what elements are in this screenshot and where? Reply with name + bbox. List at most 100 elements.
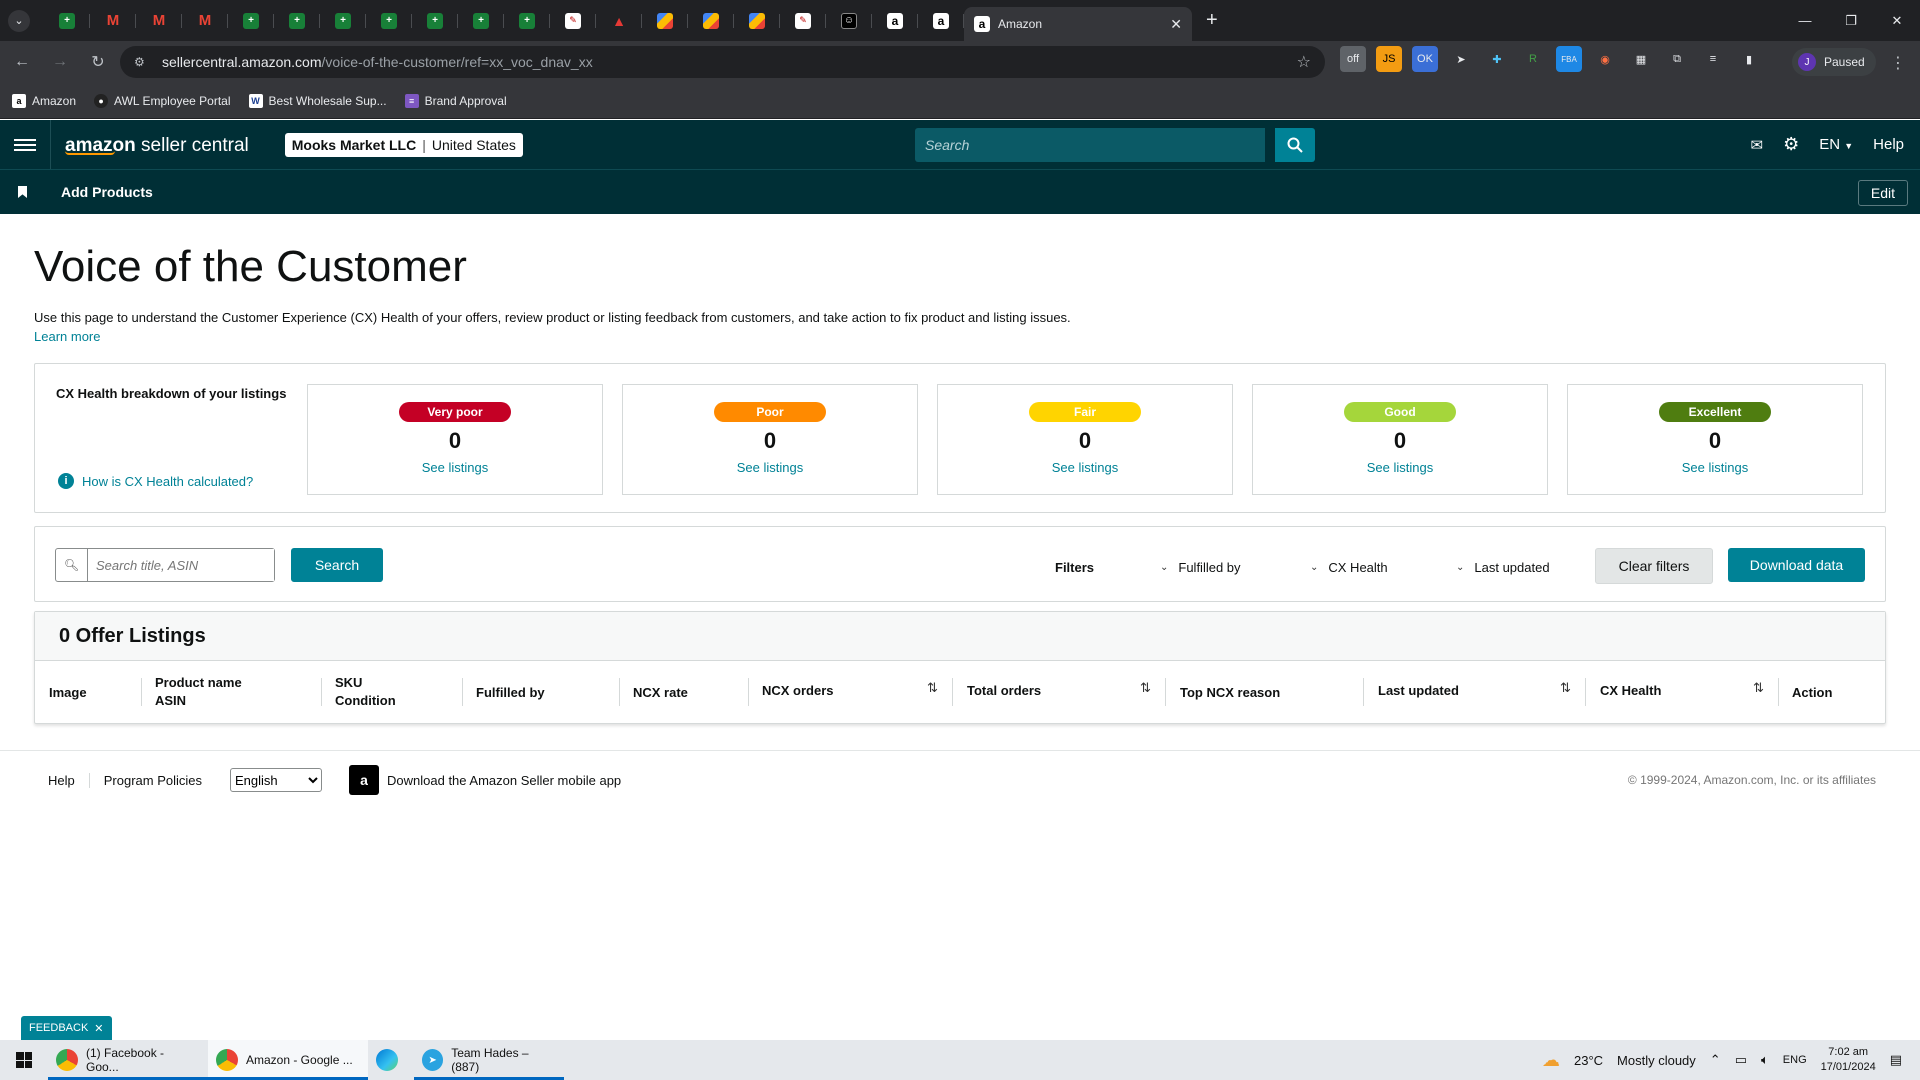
bookmark-icon[interactable]	[18, 186, 27, 198]
pinned-tab[interactable]: +	[320, 6, 366, 36]
bookmark-item[interactable]: ● AWL Employee Portal	[94, 93, 231, 108]
pinned-tab[interactable]: M	[90, 6, 136, 36]
see-listings-link[interactable]: See listings	[737, 460, 803, 475]
fulfilled-by-dropdown[interactable]: ⌄ Fulfilled by	[1160, 560, 1241, 575]
sort-ncx-orders-icon[interactable]: ⇅	[927, 680, 938, 696]
listing-search-input[interactable]	[88, 549, 274, 581]
pinned-tab[interactable]: M	[136, 6, 182, 36]
network-icon[interactable]: ▭	[1735, 1052, 1747, 1068]
pinned-tab[interactable]: ▲	[596, 6, 642, 36]
search-button[interactable]: Search	[291, 548, 383, 582]
header-search-button[interactable]	[1275, 128, 1315, 162]
pinned-tab[interactable]: M	[182, 6, 228, 36]
extension-arrow-icon[interactable]: ➤	[1448, 46, 1474, 72]
add-products-link[interactable]: Add Products	[61, 184, 153, 200]
pinned-tab[interactable]	[642, 6, 688, 36]
learn-more-link[interactable]: Learn more	[34, 329, 100, 344]
pinned-tab[interactable]: ☺	[826, 6, 872, 36]
footer-program-policies-link[interactable]: Program Policies	[104, 773, 216, 788]
taskbar-edge[interactable]	[368, 1040, 414, 1080]
pinned-tab[interactable]: +	[274, 6, 320, 36]
footer-help-link[interactable]: Help	[48, 772, 90, 788]
back-icon[interactable]: ←	[6, 46, 38, 78]
extension-grid-icon[interactable]: ▦	[1628, 46, 1654, 72]
bookmark-item[interactable]: a Amazon	[12, 93, 76, 108]
minimize-icon[interactable]: —	[1782, 0, 1828, 41]
pinned-tab[interactable]: +	[366, 6, 412, 36]
bookmark-item[interactable]: W Best Wholesale Sup...	[248, 93, 387, 108]
seller-central-logo[interactable]: amazon seller central	[65, 135, 249, 156]
pinned-tab[interactable]: +	[504, 6, 550, 36]
clear-filters-button[interactable]: Clear filters	[1595, 548, 1713, 584]
settings-gear-icon[interactable]: ⚙	[1783, 134, 1799, 155]
extension-r-icon[interactable]: R	[1520, 46, 1546, 72]
media-control-icon[interactable]: ≡	[1700, 46, 1726, 72]
cx-health-info-link[interactable]: i How is CX Health calculated?	[58, 473, 253, 489]
new-tab-icon[interactable]: +	[1206, 9, 1218, 32]
sort-last-updated-icon[interactable]: ⇅	[1560, 680, 1571, 696]
extension-plus-icon[interactable]: ✚	[1484, 46, 1510, 72]
mail-icon[interactable]: ✉	[1750, 136, 1763, 154]
volume-icon[interactable]: 🔈︎	[1761, 1052, 1769, 1068]
feedback-button[interactable]: FEEDBACK ✕	[21, 1016, 112, 1040]
see-listings-link[interactable]: See listings	[1682, 460, 1748, 475]
footer-app-download-link[interactable]: Download the Amazon Seller mobile app	[387, 773, 621, 788]
column-last-updated[interactable]: Last updated	[1378, 682, 1459, 700]
column-cx-health[interactable]: CX Health	[1600, 682, 1661, 700]
see-listings-link[interactable]: See listings	[1052, 460, 1118, 475]
taskbar-chrome-amazon[interactable]: Amazon - Google ...	[208, 1040, 368, 1080]
download-data-button[interactable]: Download data	[1728, 548, 1865, 582]
clock[interactable]: 7:02 am 17/01/2024	[1821, 1045, 1876, 1075]
extension-off-icon[interactable]: off	[1340, 46, 1366, 72]
site-info-icon[interactable]: ⚙	[134, 55, 152, 69]
pinned-tab[interactable]: +	[458, 6, 504, 36]
weather-cloud-icon[interactable]: ☁	[1542, 1050, 1560, 1071]
pinned-tab[interactable]: ✎	[780, 6, 826, 36]
pinned-tab[interactable]: +	[228, 6, 274, 36]
extension-fba-icon[interactable]: FBA	[1556, 46, 1582, 72]
last-updated-dropdown[interactable]: ⌄ Last updated	[1456, 560, 1550, 575]
close-tab-icon[interactable]: ✕	[1170, 16, 1182, 33]
chevron-up-icon[interactable]: ⌃	[1710, 1052, 1721, 1068]
extension-js-icon[interactable]: JS	[1376, 46, 1402, 72]
weather-temp[interactable]: 23°C	[1574, 1053, 1603, 1068]
side-panel-icon[interactable]: ▮	[1736, 46, 1762, 72]
header-search-input[interactable]: Search	[915, 128, 1265, 162]
pinned-tab[interactable]	[734, 6, 780, 36]
forward-icon[interactable]: →	[44, 46, 76, 78]
extensions-puzzle-icon[interactable]: ⧉	[1664, 46, 1690, 72]
tab-search-icon[interactable]: ⌄	[8, 9, 30, 32]
input-language[interactable]: ENG	[1783, 1054, 1807, 1066]
extension-ok-icon[interactable]: OK	[1412, 46, 1438, 72]
cx-health-dropdown[interactable]: ⌄ CX Health	[1310, 560, 1388, 575]
account-switcher[interactable]: Mooks Market LLC | United States	[284, 132, 523, 157]
column-total-orders[interactable]: Total orders	[967, 682, 1041, 700]
taskbar-chrome-facebook[interactable]: (1) Facebook - Goo...	[48, 1040, 208, 1080]
notification-icon[interactable]: ▤	[1890, 1052, 1902, 1068]
weather-desc[interactable]: Mostly cloudy	[1617, 1053, 1696, 1068]
taskbar-telegram[interactable]: ➤ Team Hades – (887)	[414, 1040, 564, 1080]
sort-cx-health-icon[interactable]: ⇅	[1753, 680, 1764, 696]
sort-total-orders-icon[interactable]: ⇅	[1140, 680, 1151, 696]
pinned-tab[interactable]: ✎	[550, 6, 596, 36]
footer-language-select[interactable]: English	[230, 768, 323, 792]
close-icon[interactable]: ✕	[94, 1022, 103, 1035]
reload-icon[interactable]: ↻	[82, 46, 114, 78]
hamburger-menu-icon[interactable]	[14, 138, 36, 151]
language-selector[interactable]: EN ▼	[1819, 136, 1853, 153]
bookmark-item[interactable]: ≡ Brand Approval	[404, 93, 507, 108]
bookmark-star-icon[interactable]: ☆	[1297, 52, 1311, 72]
pinned-tab[interactable]: a	[918, 6, 964, 36]
pinned-tab[interactable]: +	[44, 6, 90, 36]
pinned-tab[interactable]: +	[412, 6, 458, 36]
restore-icon[interactable]: ❐	[1828, 0, 1874, 41]
profile-button[interactable]: J Paused	[1792, 48, 1876, 76]
extension-circle-icon[interactable]: ◉	[1592, 46, 1618, 72]
browser-menu-icon[interactable]: ⋮	[1890, 53, 1906, 73]
column-ncx-orders[interactable]: NCX orders	[762, 682, 834, 700]
edit-bookmarks-button[interactable]: Edit	[1857, 180, 1908, 206]
help-link[interactable]: Help	[1873, 136, 1904, 153]
see-listings-link[interactable]: See listings	[1367, 460, 1433, 475]
active-tab[interactable]: a Amazon ✕	[964, 7, 1192, 41]
close-window-icon[interactable]: ✕	[1874, 0, 1920, 41]
